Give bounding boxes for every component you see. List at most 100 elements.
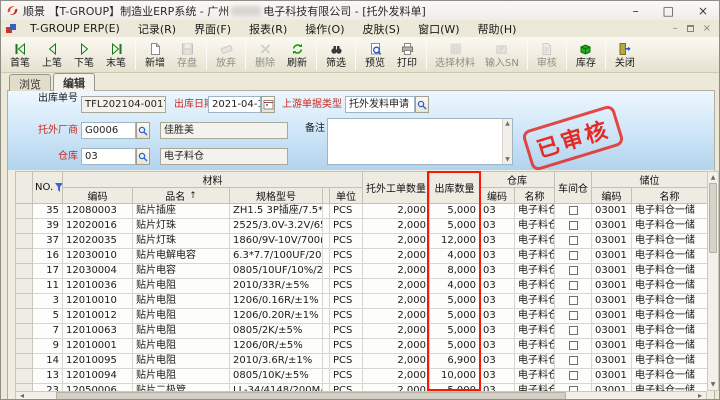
cell-wo-qty[interactable]: 2,000	[363, 369, 430, 384]
cell-loc-name[interactable]: 电子料仓一储	[632, 324, 708, 339]
cell-loc-name[interactable]: 电子料仓一储	[632, 219, 708, 234]
cell-code[interactable]: 12030010	[63, 249, 133, 264]
cell-spec[interactable]: 0805/10K/±5%	[230, 369, 323, 384]
cell-loc-name[interactable]: 电子料仓一储	[632, 309, 708, 324]
cell-name[interactable]: 贴片电阻	[133, 339, 230, 354]
column-wh-code[interactable]: 编码	[480, 188, 515, 204]
cell-wh-code[interactable]: 03	[480, 339, 515, 354]
cell-wh-name[interactable]: 电子料仓	[515, 294, 555, 309]
cell-spec[interactable]: 1206/0.16R/±1%	[230, 294, 323, 309]
cell-spec[interactable]: 0805/10UF/10%/25V/X5R/85℃	[230, 264, 323, 279]
cell-out-qty[interactable]: 5,000	[430, 204, 480, 219]
cell-no[interactable]: 39	[33, 219, 63, 234]
row-indicator[interactable]	[16, 324, 33, 339]
workshop-checkbox[interactable]	[569, 251, 578, 260]
row-indicator[interactable]	[16, 249, 33, 264]
cell-out-qty[interactable]: 10,000	[430, 369, 480, 384]
cell-no[interactable]: 17	[33, 264, 63, 279]
cell-wh-name[interactable]: 电子料仓	[515, 249, 555, 264]
cell-wo-qty[interactable]: 2,000	[363, 294, 430, 309]
row-indicator[interactable]	[16, 264, 33, 279]
tab-browse[interactable]: 浏览	[9, 74, 51, 91]
cell-loc-code[interactable]: 03001	[592, 219, 632, 234]
vendor-code-field[interactable]: G0006	[81, 122, 136, 139]
cell-spec[interactable]: 2525/3.0V-3.2V/650mA/6000K-650...	[230, 219, 323, 234]
cell-name[interactable]: 贴片电阻	[133, 324, 230, 339]
cell-wo-qty[interactable]: 2,000	[363, 279, 430, 294]
cell-out-qty[interactable]: 4,000	[430, 279, 480, 294]
remark-scrollbar[interactable]: ▲▼	[502, 119, 512, 164]
cell-out-qty[interactable]: 5,000	[430, 384, 480, 392]
cell-wh-code[interactable]: 03	[480, 219, 515, 234]
scroll-right-icon[interactable]: ▸	[694, 392, 706, 400]
row-indicator[interactable]	[16, 279, 33, 294]
cell-spec[interactable]: 1206/0.20R/±1%	[230, 309, 323, 324]
cell-loc-name[interactable]: 电子料仓一储	[632, 354, 708, 369]
scroll-up-icon[interactable]: ▲	[505, 120, 510, 127]
cell-out-qty[interactable]: 5,000	[430, 324, 480, 339]
cell-out-qty[interactable]: 5,000	[430, 294, 480, 309]
cell-wo-qty[interactable]: 2,000	[363, 234, 430, 249]
cell-loc-code[interactable]: 03001	[592, 384, 632, 392]
cell-code[interactable]: 12010095	[63, 354, 133, 369]
cell-loc-code[interactable]: 03001	[592, 234, 632, 249]
remark-textarea[interactable]: ▲▼	[327, 118, 513, 165]
upstream-type-field[interactable]: 托外发料申请	[345, 96, 415, 113]
cell-code[interactable]: 12010012	[63, 309, 133, 324]
issue-date-field[interactable]: 2021-04-12	[208, 96, 261, 113]
menu-item-2[interactable]: 界面(F)	[185, 20, 240, 38]
cell-loc-name[interactable]: 电子料仓一储	[632, 234, 708, 249]
column-name[interactable]: 品名↑	[133, 188, 230, 204]
menu-root[interactable]: T-GROUP ERP(E)	[21, 21, 129, 36]
warehouse-code-field[interactable]: 03	[81, 148, 136, 165]
column-loc-name[interactable]: 名称	[632, 188, 708, 204]
toolbar-filter-button[interactable]: 筛选	[320, 39, 352, 72]
toolbar-next-button[interactable]: 下笔	[68, 39, 100, 72]
vscroll-thumb[interactable]	[709, 183, 717, 253]
cell-name[interactable]: 贴片电阻	[133, 369, 230, 384]
cell-wh-name[interactable]: 电子料仓	[515, 234, 555, 249]
cell-code[interactable]: 12030004	[63, 264, 133, 279]
cell-wh-code[interactable]: 03	[480, 294, 515, 309]
cell-out-qty[interactable]: 5,000	[430, 339, 480, 354]
cell-loc-name[interactable]: 电子料仓一储	[632, 339, 708, 354]
menu-item-5[interactable]: 皮肤(S)	[354, 20, 410, 38]
cell-loc-code[interactable]: 03001	[592, 294, 632, 309]
cell-unit[interactable]: PCS	[330, 204, 363, 219]
cell-wh-name[interactable]: 电子料仓	[515, 369, 555, 384]
cell-name[interactable]: 贴片插座	[133, 204, 230, 219]
cell-loc-code[interactable]: 03001	[592, 339, 632, 354]
toolbar-last-button[interactable]: 末笔	[100, 39, 132, 72]
cell-unit[interactable]: PCS	[330, 339, 363, 354]
cell-no[interactable]: 5	[33, 309, 63, 324]
upstream-lookup-button[interactable]	[415, 96, 429, 113]
cell-name[interactable]: 贴片电阻	[133, 294, 230, 309]
toolbar-close-button[interactable]: 关闭	[609, 39, 641, 72]
cell-code[interactable]: 12080003	[63, 204, 133, 219]
workshop-checkbox[interactable]	[569, 341, 578, 350]
cell-unit[interactable]: PCS	[330, 324, 363, 339]
cell-name[interactable]: 贴片电阻	[133, 354, 230, 369]
mdi-close-button[interactable]: ×	[703, 23, 711, 34]
cell-unit[interactable]: PCS	[330, 219, 363, 234]
cell-unit[interactable]: PCS	[330, 309, 363, 324]
cell-unit[interactable]: PCS	[330, 369, 363, 384]
cell-no[interactable]: 23	[33, 384, 63, 392]
toolbar-stock-button[interactable]: 库存	[570, 39, 602, 72]
cell-code[interactable]: 12020035	[63, 234, 133, 249]
workshop-checkbox[interactable]	[569, 326, 578, 335]
workshop-checkbox[interactable]	[569, 221, 578, 230]
row-indicator[interactable]	[16, 384, 33, 392]
cell-spec[interactable]: 2010/33R/±5%	[230, 279, 323, 294]
cell-no[interactable]: 9	[33, 339, 63, 354]
cell-wh-name[interactable]: 电子料仓	[515, 264, 555, 279]
workshop-checkbox[interactable]	[569, 206, 578, 215]
cell-wo-qty[interactable]: 2,000	[363, 384, 430, 392]
cell-spec[interactable]: 0805/2K/±5%	[230, 324, 323, 339]
cell-name[interactable]: 贴片电阻	[133, 279, 230, 294]
cell-unit[interactable]: PCS	[330, 354, 363, 369]
cell-wo-qty[interactable]: 2,000	[363, 339, 430, 354]
mdi-restore-button[interactable]	[687, 25, 694, 32]
cell-loc-code[interactable]: 03001	[592, 249, 632, 264]
cell-wh-name[interactable]: 电子料仓	[515, 354, 555, 369]
